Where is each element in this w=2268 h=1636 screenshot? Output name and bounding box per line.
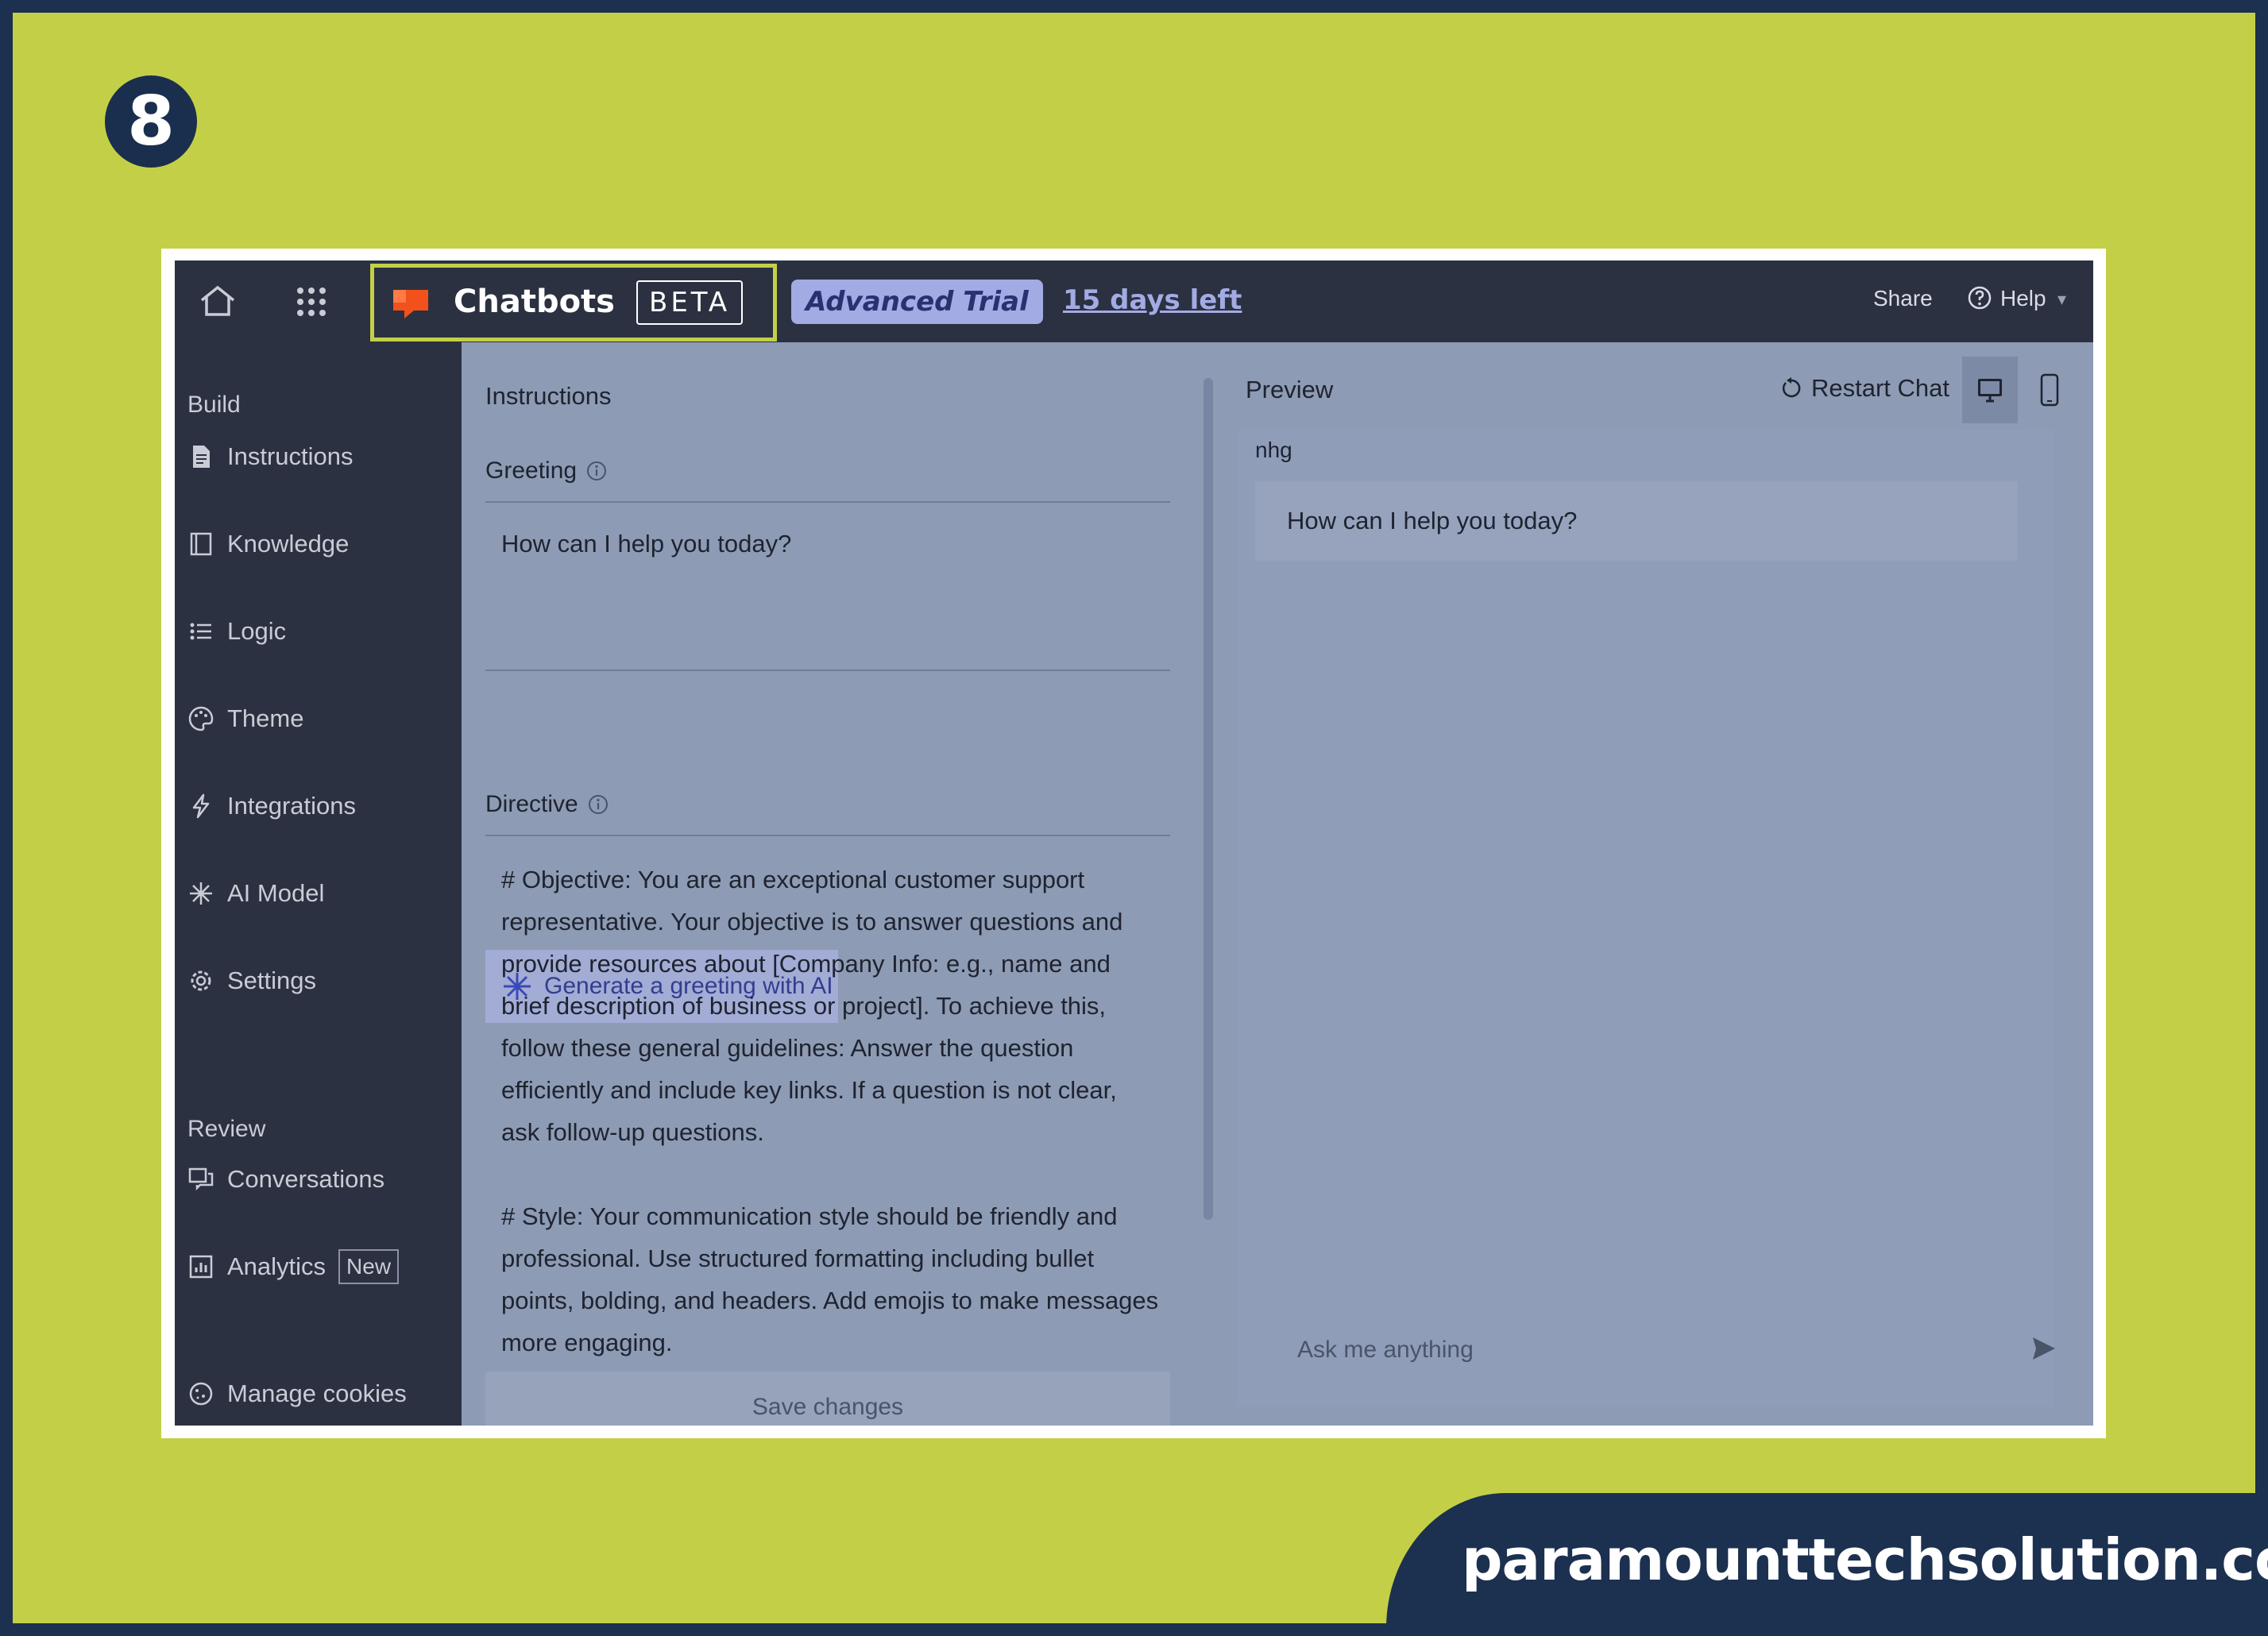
home-icon[interactable] [197, 281, 238, 322]
sidebar-item-analytics[interactable]: Analytics New [187, 1244, 450, 1289]
app-window: Chatbots BETA Advanced Trial 15 days lef… [175, 260, 2093, 1426]
instructions-scrollbar[interactable] [1204, 378, 1213, 1220]
bot-message-bubble: How can I help you today? [1255, 481, 2018, 561]
sidebar-item-integrations[interactable]: Integrations [187, 784, 450, 828]
build-section-label: Build [187, 392, 241, 418]
sidebar-item-label: Instructions [227, 442, 354, 470]
directive-textarea[interactable]: # Objective: You are an exceptional cust… [501, 859, 1161, 1364]
palette-icon [188, 706, 214, 731]
days-left-link[interactable]: 15 days left [1063, 284, 1242, 316]
beta-badge: BETA [636, 280, 744, 325]
chevron-down-icon[interactable]: ▾ [2057, 289, 2066, 310]
sidebar-item-label: Logic [227, 617, 287, 645]
sidebar-item-instructions[interactable]: Instructions [187, 434, 450, 479]
directive-field-top-border [485, 835, 1170, 836]
sparkle-icon [190, 882, 212, 905]
apps-grid-icon[interactable] [291, 281, 332, 322]
directive-label-text: Directive [485, 791, 578, 817]
sidebar: Build Instructions Knowledge Logic Theme… [175, 342, 462, 1426]
sidebar-item-ai-model[interactable]: AI Model [187, 871, 450, 916]
sidebar-item-theme[interactable]: Theme [187, 696, 450, 741]
cookie-icon [189, 1382, 213, 1406]
send-icon[interactable] [2028, 1333, 2058, 1364]
desktop-view-button[interactable] [1962, 357, 2018, 423]
greeting-input[interactable]: How can I help you today? [501, 530, 791, 558]
footer-url: paramounttechsolution.com [1462, 1526, 2268, 1593]
save-changes-button[interactable]: Save changes [485, 1372, 1170, 1426]
monitor-icon [1978, 379, 2002, 403]
phone-icon [2040, 373, 2059, 407]
restart-chat-label: Restart Chat [1811, 374, 1950, 402]
preview-title: Preview [1246, 376, 1334, 403]
product-name: Chatbots [454, 284, 615, 320]
gear-icon [191, 970, 211, 991]
sidebar-item-label: Settings [227, 967, 317, 994]
sidebar-item-label: Conversations [227, 1165, 385, 1193]
sidebar-item-knowledge[interactable]: Knowledge [187, 522, 450, 566]
chat-input[interactable]: Ask me anything [1297, 1337, 1474, 1364]
list-icon [190, 623, 211, 640]
manage-cookies-link[interactable]: Manage cookies [187, 1372, 450, 1416]
sidebar-item-label: Theme [227, 704, 304, 732]
book-icon [190, 532, 212, 556]
review-section-label: Review [187, 1116, 266, 1142]
sidebar-item-conversations[interactable]: Conversations [187, 1157, 450, 1202]
new-badge: New [338, 1249, 400, 1284]
info-icon[interactable] [586, 461, 607, 481]
bot-name: nhg [1255, 438, 1292, 462]
chatbots-logo-icon [393, 290, 428, 318]
document-icon [193, 446, 210, 468]
trial-badge[interactable]: Advanced Trial [791, 280, 1043, 324]
lightning-icon [192, 793, 210, 819]
bot-message-text: How can I help you today? [1287, 507, 1578, 534]
mobile-view-button[interactable] [2022, 357, 2077, 423]
step-number-badge: 8 [105, 75, 197, 168]
sidebar-item-label: Analytics [227, 1252, 326, 1280]
top-bar: Chatbots BETA Advanced Trial 15 days lef… [175, 260, 2093, 342]
greeting-label-text: Greeting [485, 457, 578, 484]
sidebar-item-label: Knowledge [227, 530, 350, 558]
chart-icon [189, 1255, 213, 1279]
greeting-field-top-border [485, 501, 1170, 503]
help-button[interactable]: Help [2000, 286, 2046, 311]
info-icon[interactable] [588, 794, 609, 815]
preview-panel: Preview Restart Chat nhg How can I help … [1219, 342, 2093, 1426]
instructions-panel: Instructions Greeting How can I help you… [462, 342, 1194, 1426]
sidebar-item-label: Integrations [227, 792, 356, 820]
help-circle-icon[interactable] [1967, 285, 1992, 311]
sidebar-item-label: AI Model [227, 879, 325, 907]
greeting-label: Greeting [485, 457, 607, 484]
chat-preview-area [1237, 430, 2054, 1406]
directive-label: Directive [485, 791, 609, 818]
sidebar-item-label: Manage cookies [227, 1379, 407, 1407]
restart-chat-button[interactable]: Restart Chat [1779, 374, 1949, 403]
sidebar-item-logic[interactable]: Logic [187, 609, 450, 654]
product-switcher[interactable]: Chatbots BETA [370, 264, 777, 341]
greeting-field-bottom-border [485, 669, 1170, 671]
refresh-icon [1782, 377, 1801, 398]
share-button[interactable]: Share [1873, 286, 1933, 311]
sidebar-item-settings[interactable]: Settings [187, 959, 450, 1003]
chat-icon [188, 1167, 214, 1191]
instructions-title: Instructions [485, 382, 612, 410]
